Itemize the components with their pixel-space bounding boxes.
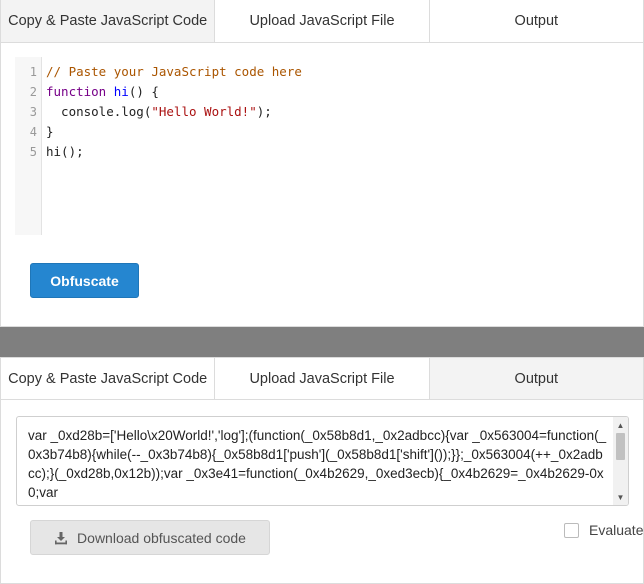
code-line: function hi() { xyxy=(46,82,631,102)
section-divider xyxy=(0,327,644,357)
output-panel: Copy & Paste JavaScript Code Upload Java… xyxy=(0,357,644,584)
tab-upload-file[interactable]: Upload JavaScript File xyxy=(215,0,430,42)
scroll-down-arrow-icon[interactable]: ▼ xyxy=(613,490,628,504)
line-number: 3 xyxy=(29,105,37,119)
tab-output[interactable]: Output xyxy=(429,358,643,399)
obfuscate-button[interactable]: Obfuscate xyxy=(30,263,139,298)
tab-output[interactable]: Output xyxy=(429,0,643,42)
code-text: } xyxy=(46,124,54,139)
code-comment: // Paste your JavaScript code here xyxy=(46,64,302,79)
code-content[interactable]: // Paste your JavaScript code here funct… xyxy=(42,57,631,235)
obfuscated-output-text: var _0xd28b=['Hello\x20World!','log'];(f… xyxy=(28,428,607,500)
code-keyword: function xyxy=(46,84,107,99)
code-text: console.log( xyxy=(46,104,152,119)
download-obfuscated-button[interactable]: Download obfuscated code xyxy=(30,520,270,555)
tab-upload-file[interactable]: Upload JavaScript File xyxy=(215,358,430,399)
output-tab-bar: Copy & Paste JavaScript Code Upload Java… xyxy=(1,358,643,400)
line-number-gutter: 1 2 3 4 5 xyxy=(15,57,42,235)
tab-copy-paste-code[interactable]: Copy & Paste JavaScript Code xyxy=(1,358,216,399)
code-line: // Paste your JavaScript code here xyxy=(46,62,631,82)
line-number: 2 xyxy=(29,85,37,99)
scroll-up-arrow-icon[interactable]: ▲ xyxy=(613,418,628,432)
line-number: 5 xyxy=(29,145,37,159)
scrollbar-thumb[interactable] xyxy=(616,433,625,460)
code-function-name: hi xyxy=(113,84,129,99)
evaluate-label: Evaluate xyxy=(589,522,644,538)
code-line: console.log("Hello World!"); xyxy=(46,102,631,122)
code-editor[interactable]: 1 2 3 4 5 // Paste your JavaScript code … xyxy=(15,57,631,235)
tab-copy-paste-code[interactable]: Copy & Paste JavaScript Code xyxy=(1,0,216,42)
code-text: ); xyxy=(256,104,272,119)
download-icon xyxy=(55,531,68,544)
output-textarea[interactable]: var _0xd28b=['Hello\x20World!','log'];(f… xyxy=(16,416,629,506)
code-string: "Hello World!" xyxy=(151,104,257,119)
code-text: hi(); xyxy=(46,144,84,159)
evaluate-option[interactable]: Evaluate xyxy=(564,522,643,538)
code-text: () { xyxy=(128,84,159,99)
download-button-label: Download obfuscated code xyxy=(77,529,246,546)
input-panel: Copy & Paste JavaScript Code Upload Java… xyxy=(0,0,644,327)
code-line: } xyxy=(46,122,631,142)
line-number: 4 xyxy=(29,125,37,139)
line-number: 1 xyxy=(29,65,37,79)
input-tab-bar: Copy & Paste JavaScript Code Upload Java… xyxy=(1,0,643,43)
evaluate-checkbox[interactable] xyxy=(564,522,579,538)
code-line: hi(); xyxy=(46,142,631,162)
output-scrollbar[interactable]: ▲ ▼ xyxy=(613,417,628,505)
